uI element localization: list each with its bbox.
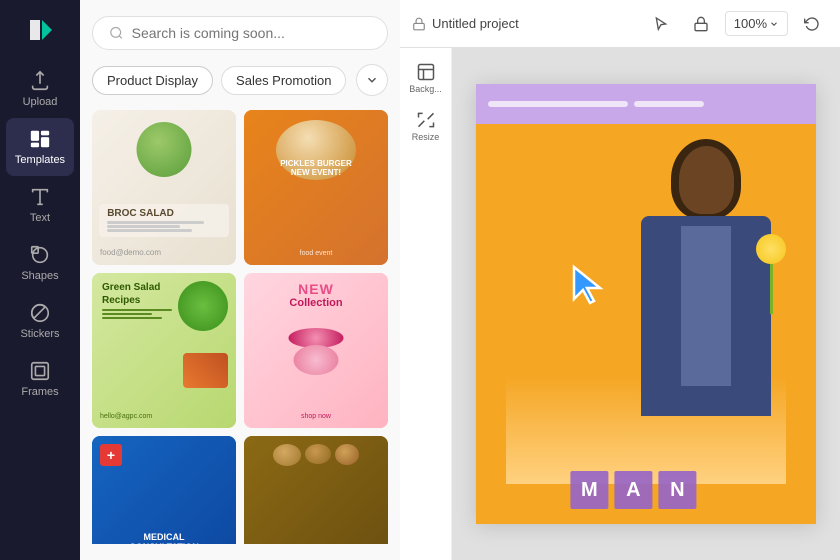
pointer-icon — [653, 16, 669, 32]
template-food-image — [137, 122, 192, 177]
templates-icon — [29, 128, 51, 150]
sidebar-item-shapes[interactable]: Shapes — [0, 234, 80, 292]
card-title-green-salad: Green SaladRecipes — [102, 281, 172, 307]
project-title: Untitled project — [432, 16, 519, 31]
sidebar-label-shapes: Shapes — [21, 270, 58, 282]
text-icon — [29, 186, 51, 208]
project-name: Untitled project — [412, 16, 637, 31]
template-card-cookies[interactable]: Cookies — [244, 436, 388, 544]
sidebar-label-frames: Frames — [21, 386, 58, 398]
resize-label: Resize — [412, 132, 440, 142]
canvas-side-tools: Backg... Resize — [400, 48, 452, 560]
sidebar-item-frames[interactable]: Frames — [0, 350, 80, 408]
template-panel: Product Display Sales Promotion BROC SAL… — [80, 0, 400, 560]
preview-header — [476, 84, 816, 124]
man-letter-a: A — [614, 471, 652, 509]
sidebar: Upload Templates Text Shapes Stickers — [0, 0, 80, 560]
canvas-toolbar: Untitled project 100% — [400, 0, 840, 48]
shapes-icon — [29, 244, 51, 266]
card-title-broc: BROC SALAD — [103, 208, 225, 219]
sidebar-label-templates: Templates — [15, 154, 65, 166]
templates-grid: BROC SALAD food@demo.com PICKLES BURGERN… — [92, 110, 388, 544]
canvas-content: Backg... Resize — [400, 48, 840, 560]
logo[interactable] — [18, 8, 62, 52]
toolbar-actions: 100% — [645, 11, 828, 36]
card-title-burger: PICKLES BURGERNEW EVENT! — [251, 160, 381, 178]
preview-image: M A N — [476, 124, 816, 524]
card-title-collection: Collection — [244, 297, 388, 309]
lock-icon — [412, 17, 426, 31]
canvas-main: M A N — [452, 48, 840, 560]
upload-icon — [29, 70, 51, 92]
background-tool[interactable]: Backg... — [400, 56, 451, 100]
search-bar[interactable] — [92, 16, 388, 50]
undo-button[interactable] — [796, 12, 828, 36]
card-title-new: NEW — [244, 281, 388, 297]
sidebar-item-stickers[interactable]: Stickers — [0, 292, 80, 350]
man-letter-m: M — [570, 471, 608, 509]
resize-icon — [416, 110, 436, 130]
man-letters-row: M A N — [570, 471, 696, 509]
template-card-medical[interactable]: + MEDICALCONSULTATION — [92, 436, 236, 544]
man-letter-n: N — [658, 471, 696, 509]
preview-bar-short — [634, 101, 704, 107]
background-label: Backg... — [409, 84, 442, 94]
search-icon — [109, 25, 124, 41]
pointer-tool-button[interactable] — [645, 12, 677, 36]
sidebar-item-text[interactable]: Text — [0, 176, 80, 234]
canvas-area: Untitled project 100% — [400, 0, 840, 560]
filter-sales-promotion[interactable]: Sales Promotion — [221, 66, 346, 95]
filter-dropdown-button[interactable] — [356, 64, 388, 96]
sidebar-item-templates[interactable]: Templates — [6, 118, 74, 176]
design-preview: M A N — [476, 84, 816, 524]
zoom-control[interactable]: 100% — [725, 11, 788, 36]
man-figure — [616, 134, 796, 474]
sidebar-label-text: Text — [30, 212, 50, 224]
template-card-new-collection[interactable]: NEW Collection shop now — [244, 273, 388, 428]
background-icon — [416, 62, 436, 82]
undo-icon — [804, 16, 820, 32]
frames-icon — [29, 360, 51, 382]
lock-button[interactable] — [685, 12, 717, 36]
card-title-medical: MEDICALCONSULTATION — [129, 532, 199, 544]
template-card-pickles-burger[interactable]: PICKLES BURGERNEW EVENT! food event — [244, 110, 388, 265]
chevron-down-icon — [365, 73, 379, 87]
zoom-level: 100% — [734, 16, 767, 31]
template-card-green-salad[interactable]: Green SaladRecipes hello@agpc.com — [92, 273, 236, 428]
stickers-icon — [29, 302, 51, 324]
sidebar-item-upload[interactable]: Upload — [0, 60, 80, 118]
filter-row: Product Display Sales Promotion — [92, 64, 388, 96]
lock-button-icon — [693, 16, 709, 32]
preview-bar-long — [488, 101, 628, 107]
sidebar-label-stickers: Stickers — [20, 328, 59, 340]
filter-product-display[interactable]: Product Display — [92, 66, 213, 95]
resize-tool[interactable]: Resize — [400, 104, 451, 148]
sidebar-label-upload: Upload — [23, 96, 58, 108]
search-input[interactable] — [132, 25, 371, 41]
template-card-broc-salad[interactable]: BROC SALAD food@demo.com — [92, 110, 236, 265]
zoom-chevron-icon — [769, 19, 779, 29]
